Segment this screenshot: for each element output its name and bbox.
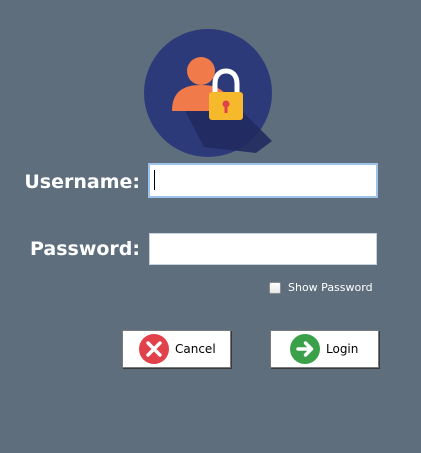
user-lock-icon <box>144 29 272 157</box>
show-password-checkbox[interactable] <box>269 281 281 294</box>
text-caret <box>154 170 155 190</box>
login-button[interactable]: Login <box>270 330 379 368</box>
login-label: Login <box>326 342 359 356</box>
username-input[interactable] <box>148 163 378 198</box>
cancel-label: Cancel <box>175 342 216 356</box>
arrow-right-icon <box>290 334 320 364</box>
password-label: Password: <box>29 238 140 260</box>
password-input[interactable] <box>149 233 377 265</box>
user-lock-logo <box>144 29 272 157</box>
show-password-label: Show Password <box>288 281 373 294</box>
cancel-x-icon <box>139 334 169 364</box>
cancel-button[interactable]: Cancel <box>122 330 231 368</box>
show-password-toggle[interactable]: Show Password <box>269 281 373 294</box>
username-label: Username: <box>24 171 140 193</box>
